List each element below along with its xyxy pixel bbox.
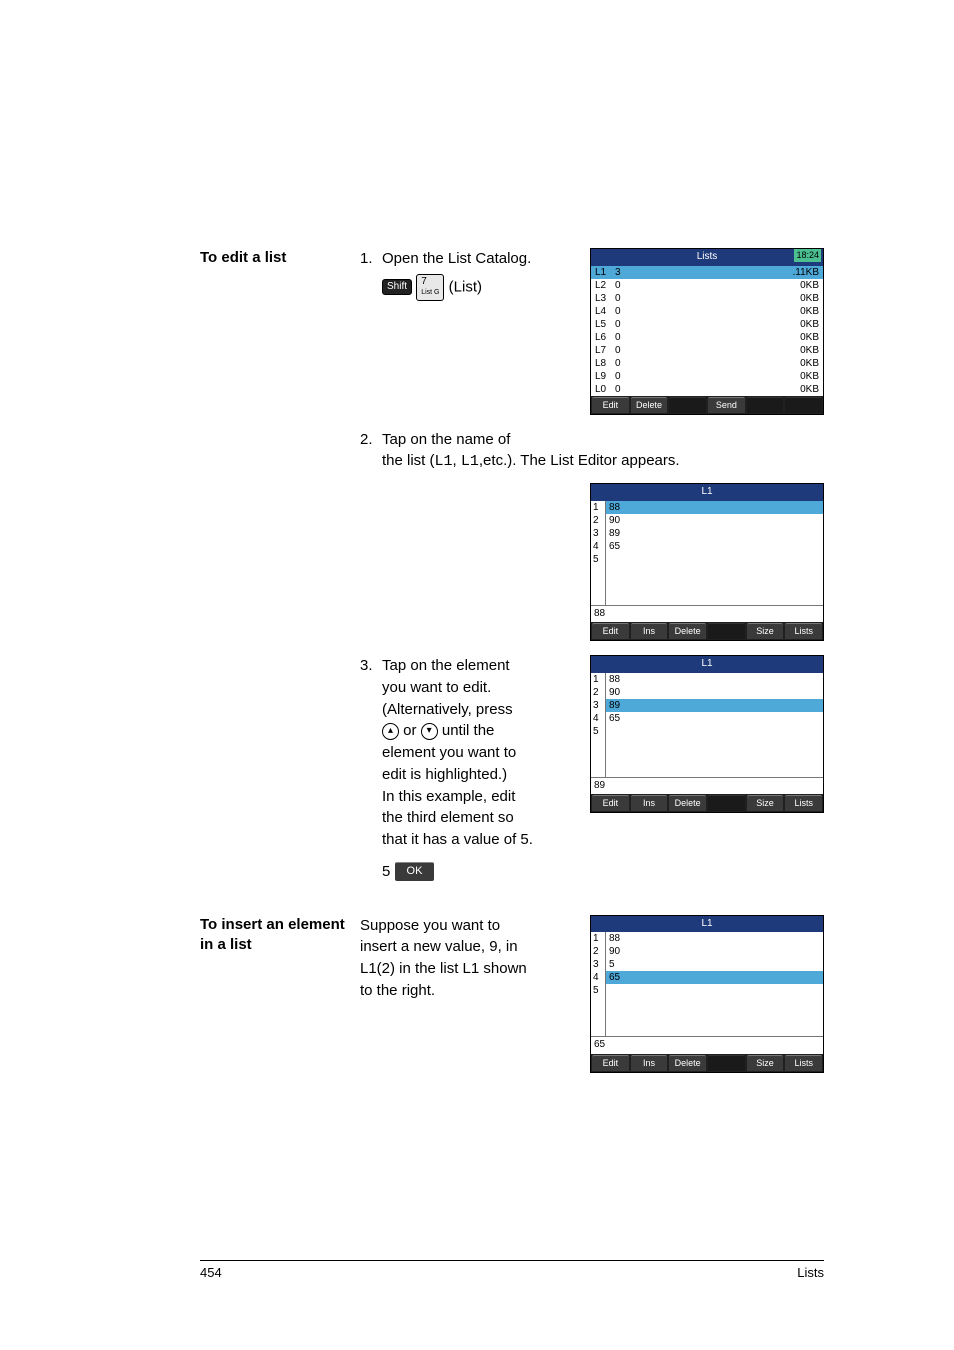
softkey: Edit (592, 795, 629, 811)
catalog-row: L500KB (591, 318, 823, 331)
softkey: Edit (592, 623, 629, 639)
softkey: Size (747, 795, 784, 811)
softkey: Ins (631, 795, 668, 811)
five-text: 5 (382, 863, 390, 880)
step2-lead: Tap on the name of (382, 429, 824, 451)
softkey (747, 397, 784, 413)
softkey (708, 1055, 745, 1071)
step3-l1: Tap on the element (382, 655, 572, 677)
catalog-row: L400KB (591, 305, 823, 318)
softkey: Edit (592, 397, 629, 413)
catalog-row: L700KB (591, 344, 823, 357)
softkey: Size (747, 1055, 784, 1071)
step1-text: Open the List Catalog. (382, 248, 572, 270)
heading-insert-element: To insert an element in a list (200, 915, 360, 956)
insert-l2: insert a new value, 9, in (360, 936, 572, 958)
step3-l3: (Alternatively, press (382, 699, 572, 721)
insert-l1: Suppose you want to (360, 915, 572, 937)
softkey: Edit (592, 1055, 629, 1071)
catalog-row: L900KB (591, 370, 823, 383)
heading-edit-list: To edit a list (200, 248, 360, 268)
catalog-row: L000KB (591, 383, 823, 396)
softkey: Delete (669, 623, 706, 639)
softkey (669, 397, 706, 413)
screenshot-editor-1: L1123458890896588EditInsDeleteSizeLists (590, 483, 824, 641)
screenshot-editor-3: L112345889056565EditInsDeleteSizeLists (590, 915, 824, 1073)
step-num-1: 1. (360, 248, 382, 270)
softkey: Lists (785, 623, 822, 639)
screenshot-editor-2: L1123458890896589EditInsDeleteSizeLists (590, 655, 824, 813)
key-7-list: 7List G (416, 274, 444, 301)
catalog-row: L13.11KB (591, 266, 823, 279)
footer-title: Lists (797, 1265, 824, 1280)
softkey: Delete (669, 795, 706, 811)
step3-l6: edit is highlighted.) (382, 764, 572, 786)
step2-rest: the list (L1, L1,etc.). The List Editor … (382, 450, 824, 473)
ok-softkey: OK (395, 862, 435, 881)
step3-l9: that it has a value of 5. (382, 829, 572, 851)
softkey (708, 623, 745, 639)
down-arrow-icon: ▾ (421, 723, 438, 740)
catalog-row: L300KB (591, 292, 823, 305)
catalog-row: L800KB (591, 357, 823, 370)
step3-l5: element you want to (382, 742, 572, 764)
softkey: Size (747, 623, 784, 639)
softkey: Lists (785, 1055, 822, 1071)
softkey: Lists (785, 795, 822, 811)
step3-l7: In this example, edit (382, 786, 572, 808)
step3-l2: you want to edit. (382, 677, 572, 699)
softkey: Delete (669, 1055, 706, 1071)
softkey (708, 795, 745, 811)
softkey: Ins (631, 1055, 668, 1071)
catalog-row: L600KB (591, 331, 823, 344)
softkey (785, 397, 822, 413)
softkey: Delete (631, 397, 668, 413)
insert-l4: to the right. (360, 980, 572, 1002)
catalog-row: L200KB (591, 279, 823, 292)
key-suffix: (List) (449, 278, 482, 295)
softkey: Ins (631, 623, 668, 639)
softkey: Send (708, 397, 745, 413)
key-shift: Shift (382, 279, 412, 295)
step3-l4: ▴ or ▾ until the (382, 720, 572, 742)
step-num-3: 3. (360, 655, 382, 677)
up-arrow-icon: ▴ (382, 723, 399, 740)
step-num-2: 2. (360, 429, 382, 451)
insert-l3: L1(2) in the list L1 shown (360, 958, 572, 980)
page-number: 454 (200, 1265, 222, 1280)
screenshot-list-catalog: Lists18:24 L13.11KBL200KBL300KBL400KBL50… (590, 248, 824, 415)
step3-l8: the third element so (382, 807, 572, 829)
